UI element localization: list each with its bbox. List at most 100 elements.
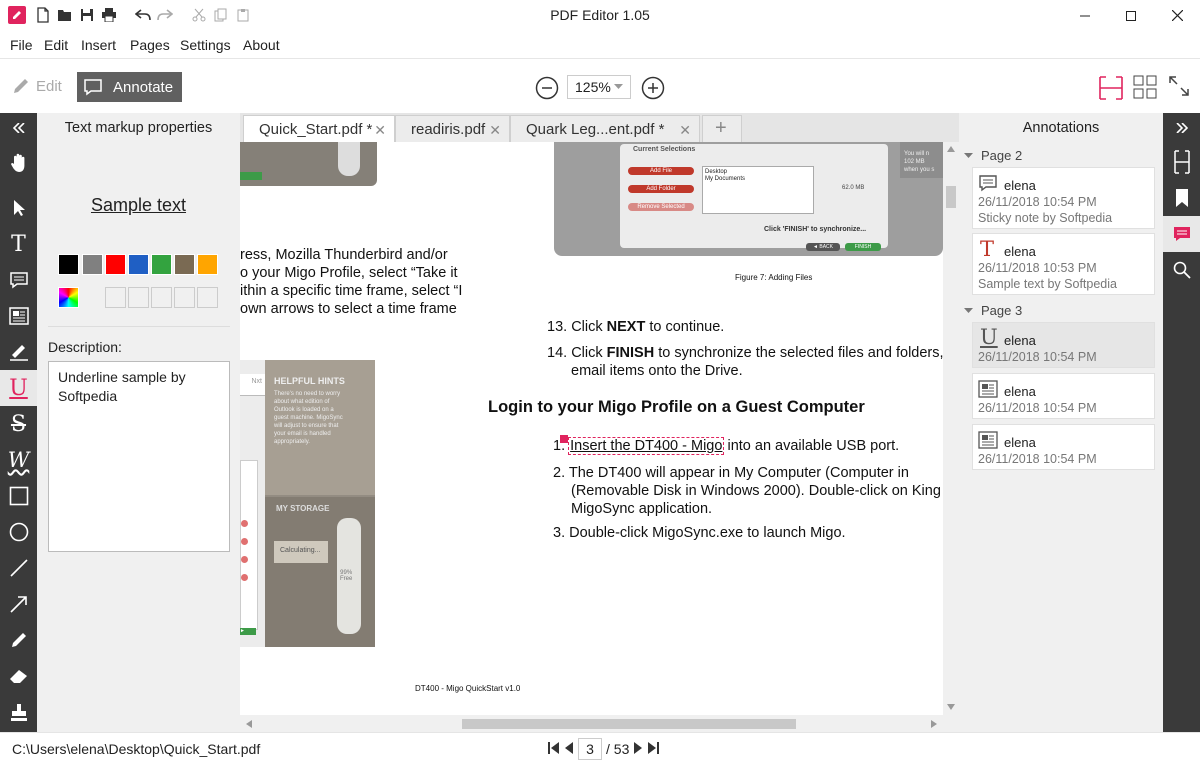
- color-swatch-red[interactable]: [105, 254, 126, 275]
- figure-caption: Figure 7: Adding Files: [735, 273, 813, 282]
- highlight-tool-icon[interactable]: [0, 334, 37, 370]
- annotate-mode-button[interactable]: Annotate: [77, 72, 182, 102]
- chevron-down-icon: [964, 152, 973, 158]
- empty-color-slot[interactable]: [197, 287, 218, 308]
- minimize-button[interactable]: [1062, 0, 1108, 31]
- page-footer: DT400 - Migo QuickStart v1.0: [415, 684, 521, 693]
- window-title: PDF Editor 1.05: [550, 7, 650, 23]
- fullscreen-icon[interactable]: [1168, 75, 1190, 100]
- menu-edit[interactable]: Edit: [44, 37, 68, 53]
- rectangle-tool-icon[interactable]: [0, 478, 37, 514]
- tab-label: Quark Leg...ent.pdf *: [526, 121, 665, 138]
- description-textarea[interactable]: Underline sample by Softpedia: [48, 361, 230, 552]
- sticky-note-icon: [978, 174, 998, 195]
- zoom-out-button[interactable]: [535, 76, 559, 103]
- menu-bar: File Edit Insert Pages Settings About: [0, 31, 1200, 59]
- color-swatch-gray[interactable]: [82, 254, 103, 275]
- tab-quark[interactable]: Quark Leg...ent.pdf * ✕: [510, 115, 700, 142]
- line-tool-icon[interactable]: [0, 550, 37, 586]
- total-pages: / 53: [606, 741, 630, 757]
- text-tool-icon[interactable]: T: [0, 226, 37, 262]
- page-navigator: 3 / 53: [548, 738, 660, 760]
- zoom-select[interactable]: 125%: [567, 75, 631, 99]
- horizontal-scrollbar[interactable]: [240, 715, 959, 732]
- annotation-group-page-3[interactable]: Page 3: [964, 303, 1022, 318]
- menu-insert[interactable]: Insert: [81, 37, 116, 53]
- close-button[interactable]: [1154, 0, 1200, 31]
- eraser-tool-icon[interactable]: [0, 658, 37, 694]
- document-view[interactable]: ress, Mozilla Thunderbird and/or o your …: [240, 142, 943, 715]
- horizontal-scroll-thumb[interactable]: [462, 719, 796, 729]
- close-tab-icon[interactable]: ✕: [489, 122, 501, 139]
- color-swatch-brown[interactable]: [174, 254, 195, 275]
- properties-title: Text markup properties: [64, 120, 213, 136]
- bookmark-icon[interactable]: [1163, 180, 1200, 216]
- stamp-tool-icon[interactable]: [0, 694, 37, 730]
- text-box-icon: [978, 380, 998, 401]
- hand-tool-icon[interactable]: [0, 145, 37, 181]
- tab-quick-start[interactable]: Quick_Start.pdf * ✕: [243, 115, 395, 142]
- annotation-item[interactable]: elena 26/11/2018 10:54 PM Sticky note by…: [972, 167, 1155, 229]
- close-tab-icon[interactable]: ✕: [374, 122, 386, 139]
- grid-view-icon[interactable]: [1133, 75, 1157, 102]
- sticky-note-tool-icon[interactable]: [0, 262, 37, 298]
- custom-color-picker-icon[interactable]: [58, 287, 79, 308]
- color-swatch-blue[interactable]: [128, 254, 149, 275]
- empty-color-slot[interactable]: [151, 287, 172, 308]
- underline-tool-icon[interactable]: U: [0, 370, 37, 406]
- empty-color-slot[interactable]: [105, 287, 126, 308]
- squiggly-tool-icon[interactable]: W: [0, 442, 37, 478]
- zoom-in-button[interactable]: [641, 76, 665, 103]
- close-tab-icon[interactable]: ✕: [679, 122, 691, 139]
- single-page-view-icon[interactable]: [1098, 75, 1124, 104]
- annotation-group-page-2[interactable]: Page 2: [964, 148, 1022, 163]
- pencil-icon: [14, 79, 28, 93]
- current-page-input[interactable]: 3: [578, 738, 602, 760]
- text-box-icon: [978, 431, 998, 452]
- zoom-value: 125%: [575, 79, 611, 95]
- empty-color-slot[interactable]: [174, 287, 195, 308]
- annotation-item[interactable]: U elena 26/11/2018 10:54 PM: [972, 322, 1155, 368]
- annotation-marker[interactable]: [560, 435, 568, 443]
- pencil-tool-icon[interactable]: [0, 622, 37, 658]
- menu-about[interactable]: About: [243, 37, 280, 53]
- underline-annotation[interactable]: Insert the DT400 - Migo: [568, 437, 725, 455]
- annotations-list-icon[interactable]: [1163, 216, 1200, 252]
- color-swatch-black[interactable]: [58, 254, 79, 275]
- annotation-item[interactable]: elena 26/11/2018 10:54 PM: [972, 424, 1155, 470]
- menu-settings[interactable]: Settings: [180, 37, 231, 53]
- annotation-item[interactable]: elena 26/11/2018 10:54 PM: [972, 373, 1155, 419]
- edit-mode-button[interactable]: Edit: [12, 77, 62, 95]
- menu-file[interactable]: File: [10, 37, 33, 53]
- collapse-panel-icon[interactable]: [0, 113, 37, 142]
- annotations-panel: Annotations Page 2 elena 26/11/2018 10:5…: [959, 113, 1163, 732]
- next-page-icon[interactable]: [633, 741, 643, 757]
- last-page-icon[interactable]: [647, 741, 660, 757]
- tab-readiris[interactable]: readiris.pdf ✕: [395, 115, 510, 142]
- right-panel-strip: [1163, 113, 1200, 732]
- underline-icon: U: [980, 325, 998, 349]
- expand-panel-icon[interactable]: [1163, 113, 1200, 142]
- ellipse-tool-icon[interactable]: [0, 514, 37, 550]
- page-thumbnails-icon[interactable]: [1163, 144, 1200, 180]
- select-tool-icon[interactable]: [0, 190, 37, 226]
- new-tab-button[interactable]: +: [702, 115, 742, 142]
- color-swatch-green[interactable]: [151, 254, 172, 275]
- search-icon[interactable]: [1163, 252, 1200, 288]
- vertical-scroll-thumb[interactable]: [946, 186, 956, 208]
- previous-page-icon[interactable]: [564, 741, 574, 757]
- step-14: 14. Click FINISH to synchronize the sele…: [547, 345, 943, 379]
- text-box-tool-icon[interactable]: [0, 298, 37, 334]
- arrow-tool-icon[interactable]: [0, 586, 37, 622]
- vertical-scrollbar[interactable]: [943, 142, 959, 715]
- maximize-button[interactable]: [1108, 0, 1154, 31]
- tab-label: Quick_Start.pdf *: [259, 121, 373, 138]
- color-swatch-orange[interactable]: [197, 254, 218, 275]
- menu-pages[interactable]: Pages: [130, 37, 170, 53]
- annotation-item[interactable]: T elena 26/11/2018 10:53 PM Sample text …: [972, 233, 1155, 295]
- strikeout-tool-icon[interactable]: S: [0, 406, 37, 442]
- annotations-title: Annotations: [1022, 120, 1100, 136]
- first-page-icon[interactable]: [548, 741, 560, 757]
- body-text: ress, Mozilla Thunderbird and/or o your …: [240, 247, 463, 317]
- empty-color-slot[interactable]: [128, 287, 149, 308]
